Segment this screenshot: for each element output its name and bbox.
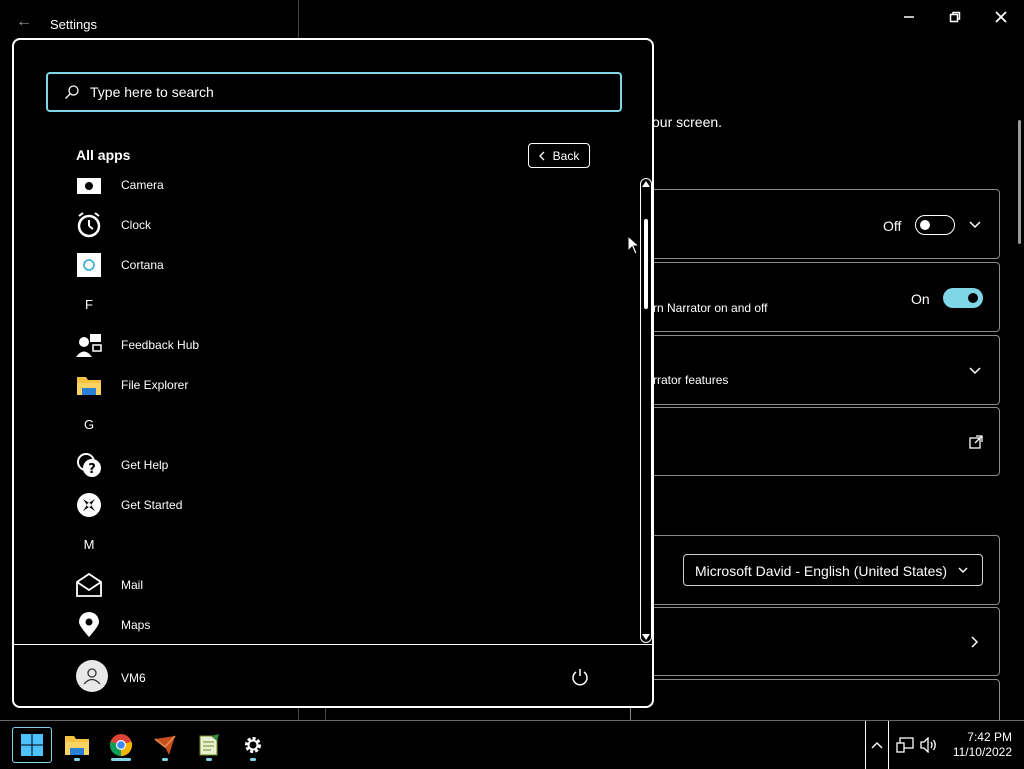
svg-text:?: ? [88,462,96,477]
page-scrollbar[interactable] [1018,120,1021,244]
settings-gear-icon [245,737,261,753]
app-item-clock[interactable]: Clock [76,205,616,245]
apps-scrollbar[interactable] [640,178,652,643]
windows-start-icon [21,734,43,756]
app-item-cortana[interactable]: Cortana [76,245,616,285]
maps-icon [76,612,102,638]
mouse-cursor-icon [627,235,641,255]
narrator-toggle[interactable] [915,215,955,235]
running-indicator [206,758,212,761]
back-button-label: Back [552,148,580,163]
chevron-down-icon[interactable] [969,220,981,230]
narrator-features-card[interactable]: rrator features [630,335,1000,405]
taskbar-app[interactable] [145,727,185,763]
external-link-icon [969,435,983,449]
chevron-left-icon [538,151,545,160]
app-item-feedback-hub[interactable]: Feedback Hub [76,325,616,365]
scroll-thumb[interactable] [644,219,648,309]
feedback-hub-icon [76,332,102,358]
user-icon [83,668,101,685]
card-label: rn Narrator on and off [653,301,768,315]
start-footer: VM6 [14,644,652,706]
page-description: our screen. [652,114,723,130]
file-explorer-icon [65,736,89,755]
title-bar: ← Settings [0,0,1024,40]
toggle-state-label: On [911,291,930,307]
taskbar-chrome[interactable] [101,727,141,763]
app-item-get-started[interactable]: Get Started [76,485,616,525]
chevron-right-icon [971,636,979,648]
minimize-icon [904,16,914,18]
active-indicator [111,758,131,761]
narrator-toggle-card[interactable]: Off [630,189,1000,259]
restore-button[interactable] [932,4,978,30]
cortana-icon [76,252,102,278]
app-item-camera[interactable]: Camera [76,173,616,205]
volume-icon[interactable] [920,737,938,753]
app-item-maps[interactable]: Maps [76,605,616,643]
app-icon [154,735,176,755]
system-clock[interactable]: 7:42 PM 11/10/2022 [948,730,1012,760]
show-hidden-icons-button[interactable] [865,721,889,769]
app-item-get-help[interactable]: ? Get Help [76,445,616,485]
app-item-mail[interactable]: Mail [76,565,616,605]
clock-date: 11/10/2022 [952,745,1012,759]
power-icon[interactable] [570,667,590,687]
search-icon [65,85,79,99]
letter-header[interactable]: G [76,417,102,432]
camera-icon [76,173,102,198]
taskbar-settings[interactable] [233,727,273,763]
mail-icon [76,572,102,598]
voice-select-value: Microsoft David - English (United States… [695,563,948,579]
section-title: All apps [76,147,131,163]
apps-list: Camera Clock Cortana F Feedback Hub File [14,173,638,643]
app-item-file-explorer[interactable]: File Explorer [76,365,616,405]
toggle-state-label: Off [883,218,902,234]
narrator-shortcut-card[interactable]: rn Narrator on and off On [630,262,1000,332]
user-name[interactable]: VM6 [121,671,146,685]
back-button[interactable]: Back [528,143,590,168]
voice-select[interactable]: Microsoft David - English (United States… [683,554,983,586]
window-title: Settings [50,17,97,32]
scroll-down-icon[interactable] [642,634,650,640]
shortcut-toggle[interactable] [943,288,983,308]
search-box[interactable] [46,72,622,112]
nav-divider [325,706,326,720]
get-help-icon: ? [76,452,102,478]
restore-icon [949,11,961,23]
letter-header[interactable]: F [76,297,102,312]
minimize-button[interactable] [886,4,932,30]
external-link-card[interactable] [630,407,1000,476]
chrome-icon [109,734,133,757]
folder-icon [76,372,102,398]
chevron-down-icon [958,567,968,573]
chevron-down-icon[interactable] [969,366,981,376]
user-avatar[interactable] [76,660,108,692]
search-input[interactable] [90,74,610,110]
get-started-icon [76,492,102,518]
taskbar: 7:42 PM 11/10/2022 [0,720,1024,769]
running-indicator [74,758,80,761]
nav-divider [298,706,299,720]
taskbar-notepad[interactable] [189,727,229,763]
nav-card[interactable] [630,607,1000,676]
network-icon[interactable] [896,737,914,753]
taskbar-file-explorer[interactable] [57,727,97,763]
running-indicator [162,758,168,761]
back-arrow-icon[interactable]: ← [14,12,34,32]
letter-header[interactable]: M [76,537,102,552]
running-indicator [250,758,256,761]
clock-time: 7:42 PM [967,730,1012,744]
start-menu: All apps Back Camera Clock Cortana F [12,38,654,708]
card-label: rrator features [653,373,729,387]
notepad-icon [199,734,219,756]
start-button[interactable] [12,727,52,763]
scroll-up-icon[interactable] [642,181,650,187]
chevron-up-icon [871,742,883,749]
clock-icon [76,212,102,238]
close-icon [995,11,1007,23]
close-button[interactable] [978,4,1024,30]
nav-divider [298,0,299,40]
